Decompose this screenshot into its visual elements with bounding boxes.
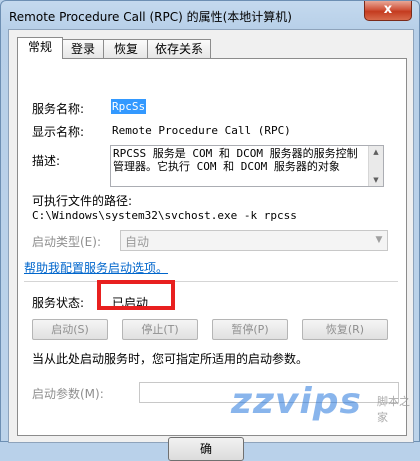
description-scrollbar[interactable]: ▲ ▼ (368, 146, 383, 186)
service-name-value[interactable]: RpcSs (111, 99, 147, 114)
divider (24, 281, 398, 282)
watermark-logo: zzvips (231, 381, 362, 422)
description-box[interactable]: RPCSS 服务是 COM 和 DCOM 服务器的服务控制管理器。它执行 COM… (110, 145, 384, 187)
tab-logon[interactable]: 登录 (61, 39, 105, 58)
window-title: Remote Procedure Call (RPC) 的属性(本地计算机) (9, 10, 292, 24)
start-params-label: 启动参数(M): (32, 387, 104, 401)
exe-path-value: C:\Windows\system32\svchost.exe -k rpcss (32, 209, 297, 222)
exe-path-label: 可执行文件的路径: (32, 194, 133, 208)
start-params-hint: 当从此处启动服务时，您可指定所适用的启动参数。 (32, 352, 309, 366)
display-name-label: 显示名称: (32, 125, 85, 139)
close-button[interactable]: x (364, 1, 412, 21)
description-label: 描述: (32, 154, 61, 168)
ok-button[interactable]: 确 (168, 437, 244, 461)
chevron-down-icon: ▼ (375, 235, 383, 245)
pause-button[interactable]: 暂停(P) (212, 319, 288, 340)
startup-type-value: 自动 (125, 235, 150, 249)
properties-dialog: Remote Procedure Call (RPC) 的属性(本地计算机) x… (0, 0, 420, 461)
resume-button[interactable]: 恢复(R) (302, 319, 388, 340)
watermark-suffix: 脚本之家 (377, 395, 410, 424)
stop-button[interactable]: 停止(T) (122, 319, 198, 340)
tab-general[interactable]: 常规 (17, 37, 63, 59)
description-text: RPCSS 服务是 COM 和 DCOM 服务器的服务控制管理器。它执行 COM… (113, 147, 358, 173)
status-highlight-box (97, 280, 175, 310)
display-name-value[interactable]: Remote Procedure Call (RPC) (112, 124, 291, 137)
startup-type-label: 启动类型(E): (32, 235, 101, 249)
tab-recovery[interactable]: 恢复 (103, 39, 149, 58)
service-status-label: 服务状态: (32, 296, 85, 310)
start-button[interactable]: 启动(S) (32, 319, 108, 340)
scroll-up-icon[interactable]: ▲ (369, 146, 383, 158)
scroll-down-icon[interactable]: ▼ (369, 174, 383, 186)
general-panel: 服务名称: RpcSs 显示名称: Remote Procedure Call … (17, 58, 407, 461)
startup-type-select[interactable]: 自动 ▼ (120, 230, 388, 251)
service-name-label: 服务名称: (32, 102, 85, 116)
tab-dependencies[interactable]: 依存关系 (147, 39, 211, 58)
help-configure-link[interactable]: 帮助我配置服务启动选项。 (24, 259, 168, 276)
